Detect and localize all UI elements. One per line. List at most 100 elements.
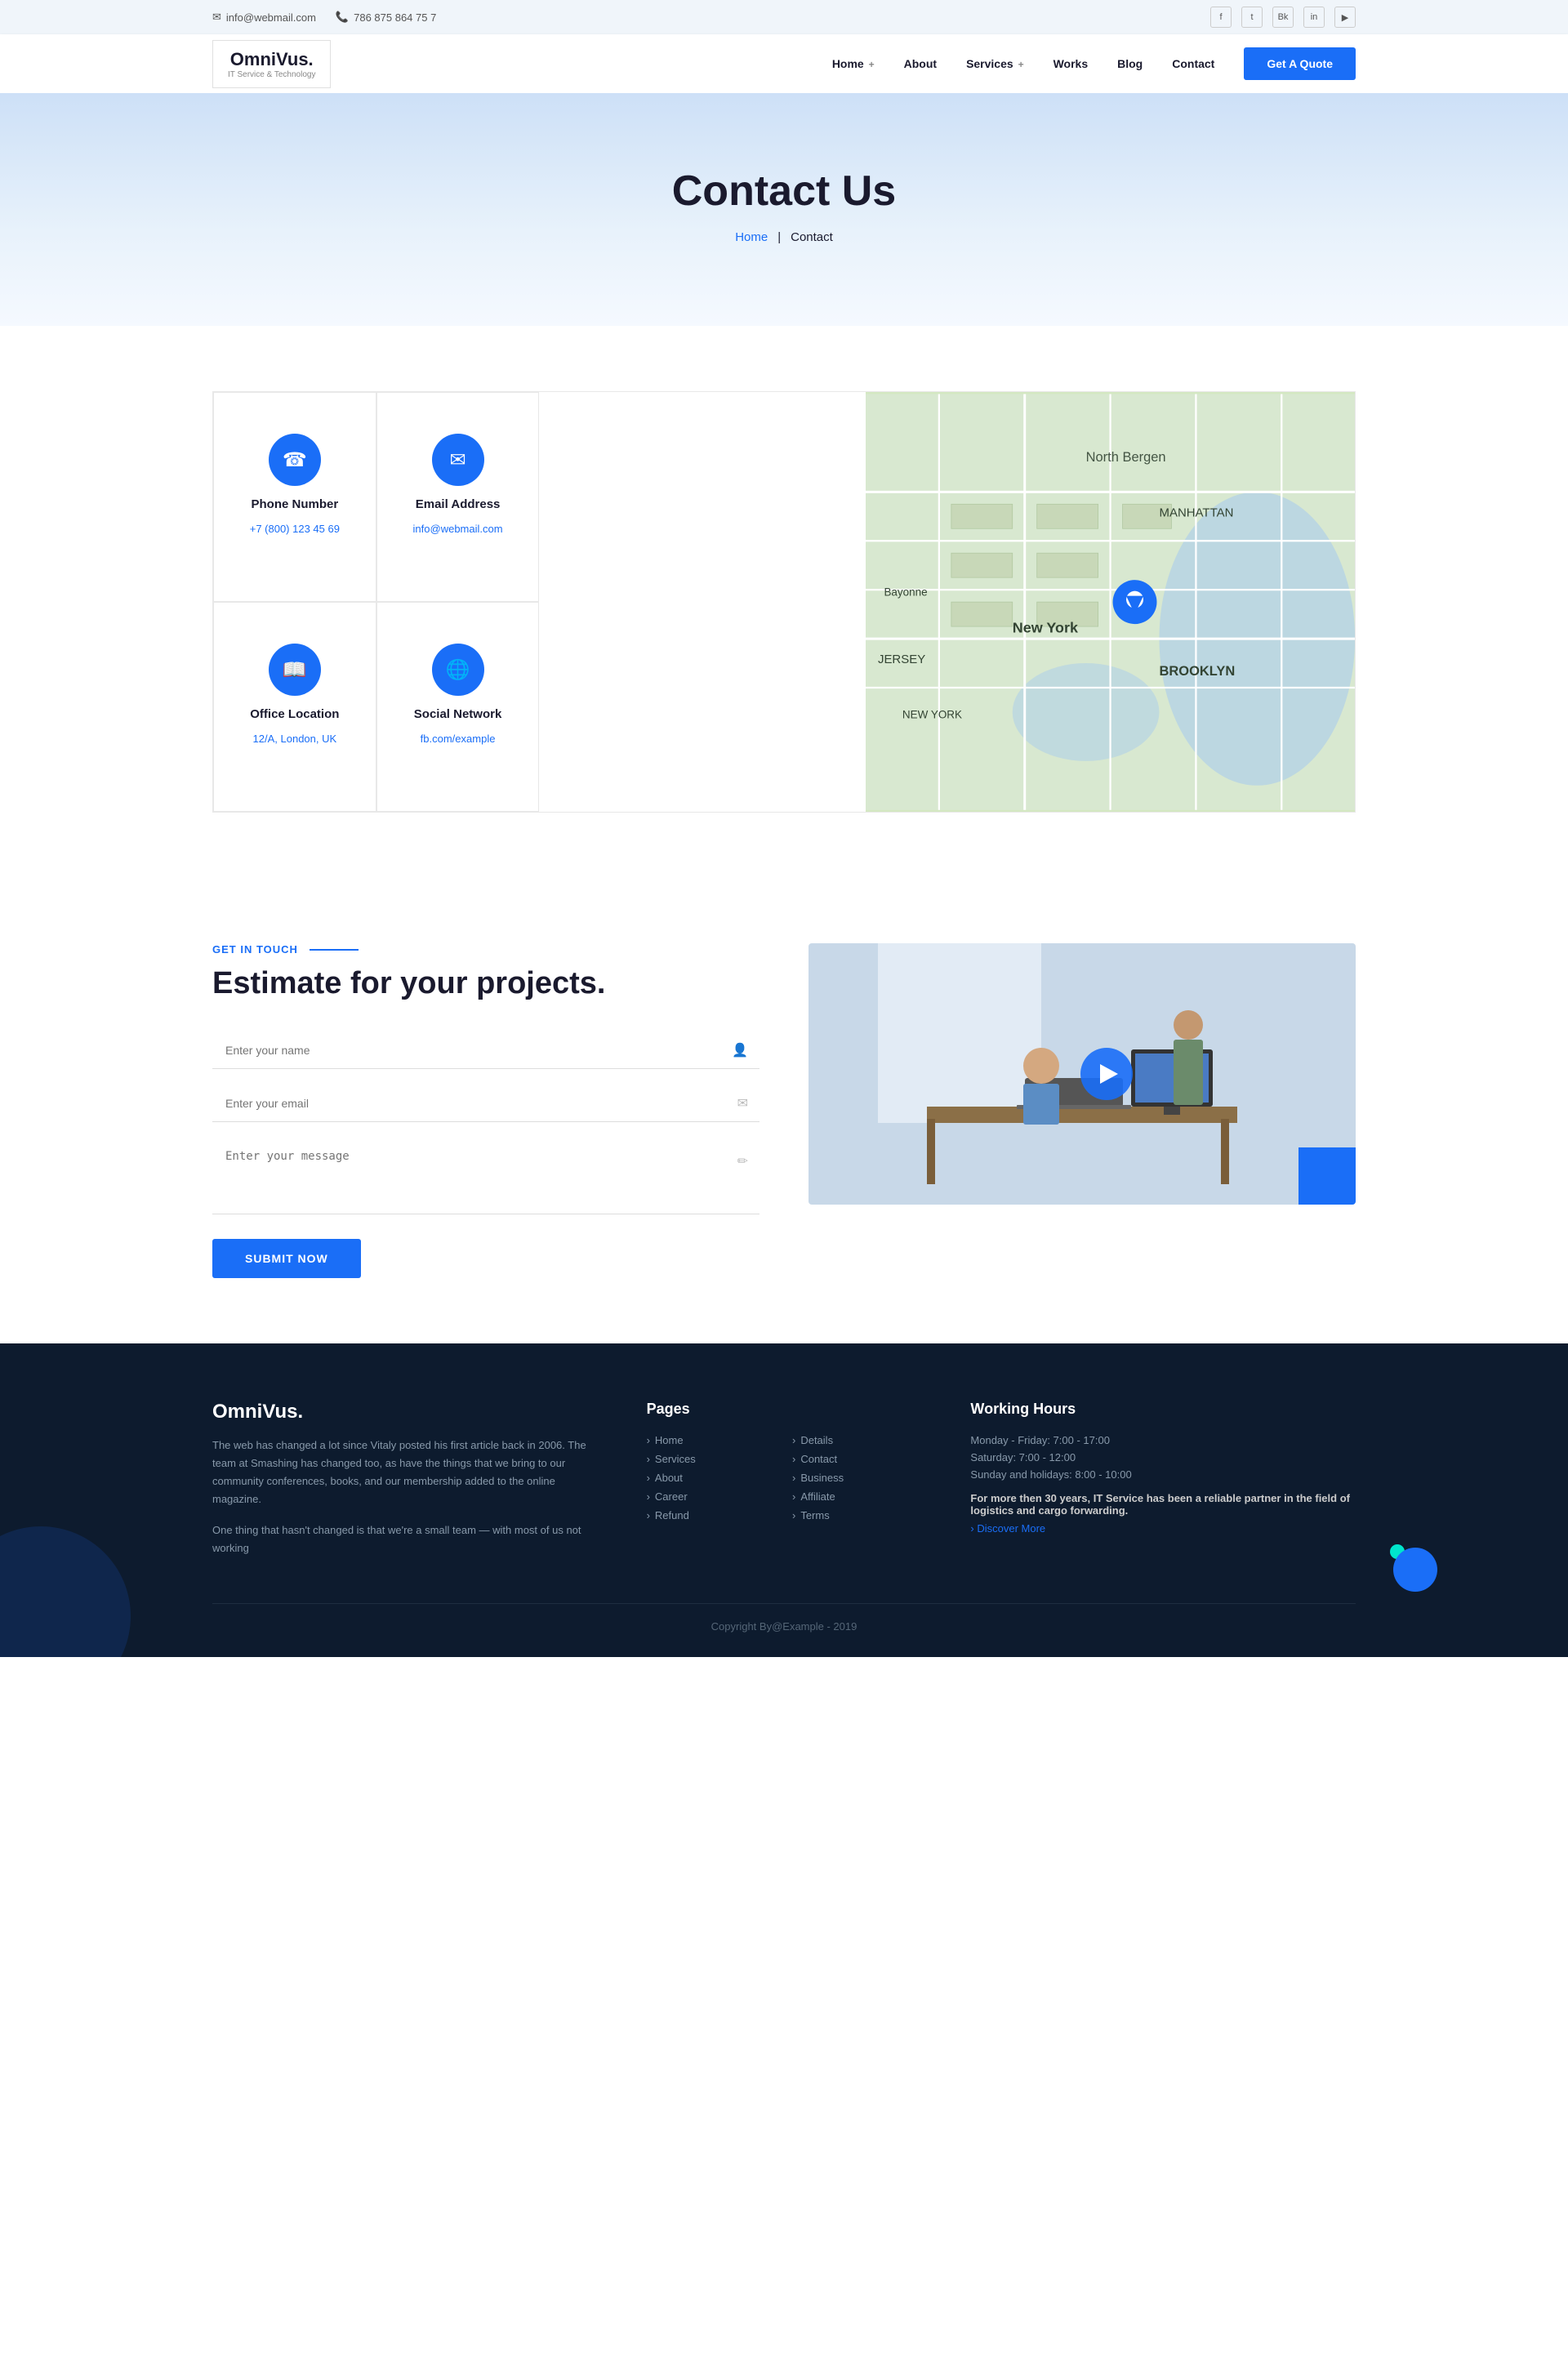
nav-services[interactable]: Services +	[966, 57, 1024, 70]
youtube-icon[interactable]: ▶	[1334, 7, 1356, 28]
hours-row-1: Monday - Friday: 7:00 - 17:00	[970, 1434, 1356, 1446]
phone-info: 📞 786 875 864 75 7	[336, 11, 436, 24]
hours-note: For more then 30 years, IT Service has b…	[970, 1492, 1356, 1517]
footer-brand-col: OmniVus. The web has changed a lot since…	[212, 1401, 598, 1571]
breadcrumb-current: Contact	[791, 230, 833, 244]
svg-text:MANHATTAN: MANHATTAN	[1159, 506, 1233, 519]
logo-box: OmniVus. IT Service & Technology	[212, 40, 331, 88]
section-tag: Get In Touch	[212, 943, 760, 956]
estimate-inner: Get In Touch Estimate for your projects.…	[212, 943, 1356, 1278]
footer-link-contact[interactable]: Contact	[792, 1453, 921, 1465]
facebook-icon[interactable]: f	[1210, 7, 1232, 28]
email-card-title: Email Address	[416, 497, 501, 511]
breadcrumb: Home | Contact	[0, 230, 1568, 244]
topbar-left: ✉ info@webmail.com 📞 786 875 864 75 7	[212, 11, 436, 24]
svg-text:Bayonne: Bayonne	[884, 586, 927, 599]
contact-cards: ☎ Phone Number +7 (800) 123 45 69 ✉ Emai…	[213, 392, 539, 812]
social-card-value: fb.com/example	[421, 733, 496, 745]
footer-link-about[interactable]: About	[647, 1472, 776, 1484]
footer-link-affiliate[interactable]: Affiliate	[792, 1490, 921, 1503]
submit-button[interactable]: Submit Now	[212, 1239, 361, 1278]
social-card: 🌐 Social Network fb.com/example	[376, 602, 540, 812]
topbar-phone: 786 875 864 75 7	[354, 11, 436, 24]
social-icons: f t Bk in ▶	[1210, 7, 1356, 28]
svg-text:North Bergen: North Bergen	[1085, 450, 1165, 465]
navbar: OmniVus. IT Service & Technology Home + …	[0, 34, 1568, 93]
logo-tagline: IT Service & Technology	[228, 70, 315, 79]
estimate-image-area	[808, 943, 1356, 1205]
hours-row-3: Sunday and holidays: 8:00 - 10:00	[970, 1468, 1356, 1481]
nav-works[interactable]: Works	[1054, 57, 1089, 70]
svg-text:NEW YORK: NEW YORK	[902, 708, 962, 720]
breadcrumb-home[interactable]: Home	[735, 230, 768, 244]
discover-more-link[interactable]: › Discover More	[970, 1522, 1045, 1535]
footer-desc-2: One thing that hasn't changed is that we…	[212, 1521, 598, 1557]
phone-card-icon: ☎	[269, 434, 321, 486]
linkedin-icon[interactable]: in	[1303, 7, 1325, 28]
twitter-icon[interactable]: t	[1241, 7, 1263, 28]
svg-text:BROOKLYN: BROOKLYN	[1159, 664, 1235, 679]
name-input[interactable]	[212, 1032, 760, 1069]
footer-circle-large	[0, 1526, 131, 1657]
phone-card-title: Phone Number	[252, 497, 339, 511]
map: North Bergen MANHATTAN JERSEY BROOKLYN N…	[866, 392, 1355, 812]
hours-note-bold: For more then 30 years,	[970, 1492, 1090, 1504]
nav-about[interactable]: About	[904, 57, 937, 70]
footer-link-services[interactable]: Services	[647, 1453, 776, 1465]
footer-link-career[interactable]: Career	[647, 1490, 776, 1503]
email-input[interactable]	[212, 1085, 760, 1122]
footer-grid: OmniVus. The web has changed a lot since…	[212, 1401, 1356, 1571]
message-field-wrap: ✏	[212, 1138, 760, 1214]
message-icon: ✏	[737, 1153, 748, 1169]
footer-links: Home Details Services Contact About Busi…	[647, 1434, 922, 1521]
estimate-form-area: Get In Touch Estimate for your projects.…	[212, 943, 760, 1278]
footer-link-business[interactable]: Business	[792, 1472, 921, 1484]
blogger-icon[interactable]: Bk	[1272, 7, 1294, 28]
email-icon: ✉	[212, 11, 221, 24]
footer-hours-col: Working Hours Monday - Friday: 7:00 - 17…	[970, 1401, 1356, 1571]
breadcrumb-separator: |	[777, 230, 781, 244]
office-image	[808, 943, 1356, 1205]
footer-brand-name: OmniVus.	[212, 1401, 598, 1423]
footer-circle-blue	[1393, 1548, 1437, 1592]
user-icon: 👤	[732, 1042, 748, 1058]
email-info: ✉ info@webmail.com	[212, 11, 316, 24]
hero-banner: Contact Us Home | Contact	[0, 93, 1568, 326]
footer-link-home[interactable]: Home	[647, 1434, 776, 1446]
footer-link-details[interactable]: Details	[792, 1434, 921, 1446]
logo: OmniVus. IT Service & Technology	[212, 40, 331, 88]
email-field-icon: ✉	[737, 1095, 748, 1111]
location-card-title: Office Location	[250, 707, 339, 721]
phone-card-value: +7 (800) 123 45 69	[250, 523, 340, 535]
footer-link-refund[interactable]: Refund	[647, 1509, 776, 1521]
topbar-email: info@webmail.com	[226, 11, 316, 24]
name-field-wrap: 👤	[212, 1032, 760, 1069]
top-bar: ✉ info@webmail.com 📞 786 875 864 75 7 f …	[0, 0, 1568, 34]
logo-name: OmniVus.	[228, 49, 315, 70]
map-svg: North Bergen MANHATTAN JERSEY BROOKLYN N…	[866, 392, 1355, 812]
phone-card: ☎ Phone Number +7 (800) 123 45 69	[213, 392, 376, 602]
estimate-section: Get In Touch Estimate for your projects.…	[0, 878, 1568, 1343]
get-quote-button[interactable]: Get A Quote	[1244, 47, 1356, 80]
footer-desc-1: The web has changed a lot since Vitaly p…	[212, 1437, 598, 1508]
svg-text:JERSEY: JERSEY	[878, 653, 925, 666]
nav-contact[interactable]: Contact	[1172, 57, 1214, 70]
location-card-value: 12/A, London, UK	[253, 733, 337, 745]
footer-link-terms[interactable]: Terms	[792, 1509, 921, 1521]
svg-text:New York: New York	[1013, 620, 1079, 636]
nav-home[interactable]: Home +	[832, 57, 875, 70]
phone-icon: 📞	[336, 11, 349, 24]
contact-grid: ☎ Phone Number +7 (800) 123 45 69 ✉ Emai…	[212, 391, 1356, 813]
email-card: ✉ Email Address info@webmail.com	[376, 392, 540, 602]
location-card-icon: 📖	[269, 644, 321, 696]
footer-pages-col: Pages Home Details Services Contact Abou…	[647, 1401, 922, 1571]
message-input[interactable]	[212, 1138, 760, 1214]
social-card-title: Social Network	[414, 707, 502, 721]
email-field-wrap: ✉	[212, 1085, 760, 1122]
tag-line	[310, 949, 359, 951]
copyright-text: Copyright By@Example - 2019	[711, 1620, 858, 1633]
nav-blog[interactable]: Blog	[1117, 57, 1143, 70]
footer-hours-title: Working Hours	[970, 1401, 1356, 1418]
footer-bottom: Copyright By@Example - 2019	[212, 1603, 1356, 1633]
contact-section: ☎ Phone Number +7 (800) 123 45 69 ✉ Emai…	[0, 326, 1568, 878]
